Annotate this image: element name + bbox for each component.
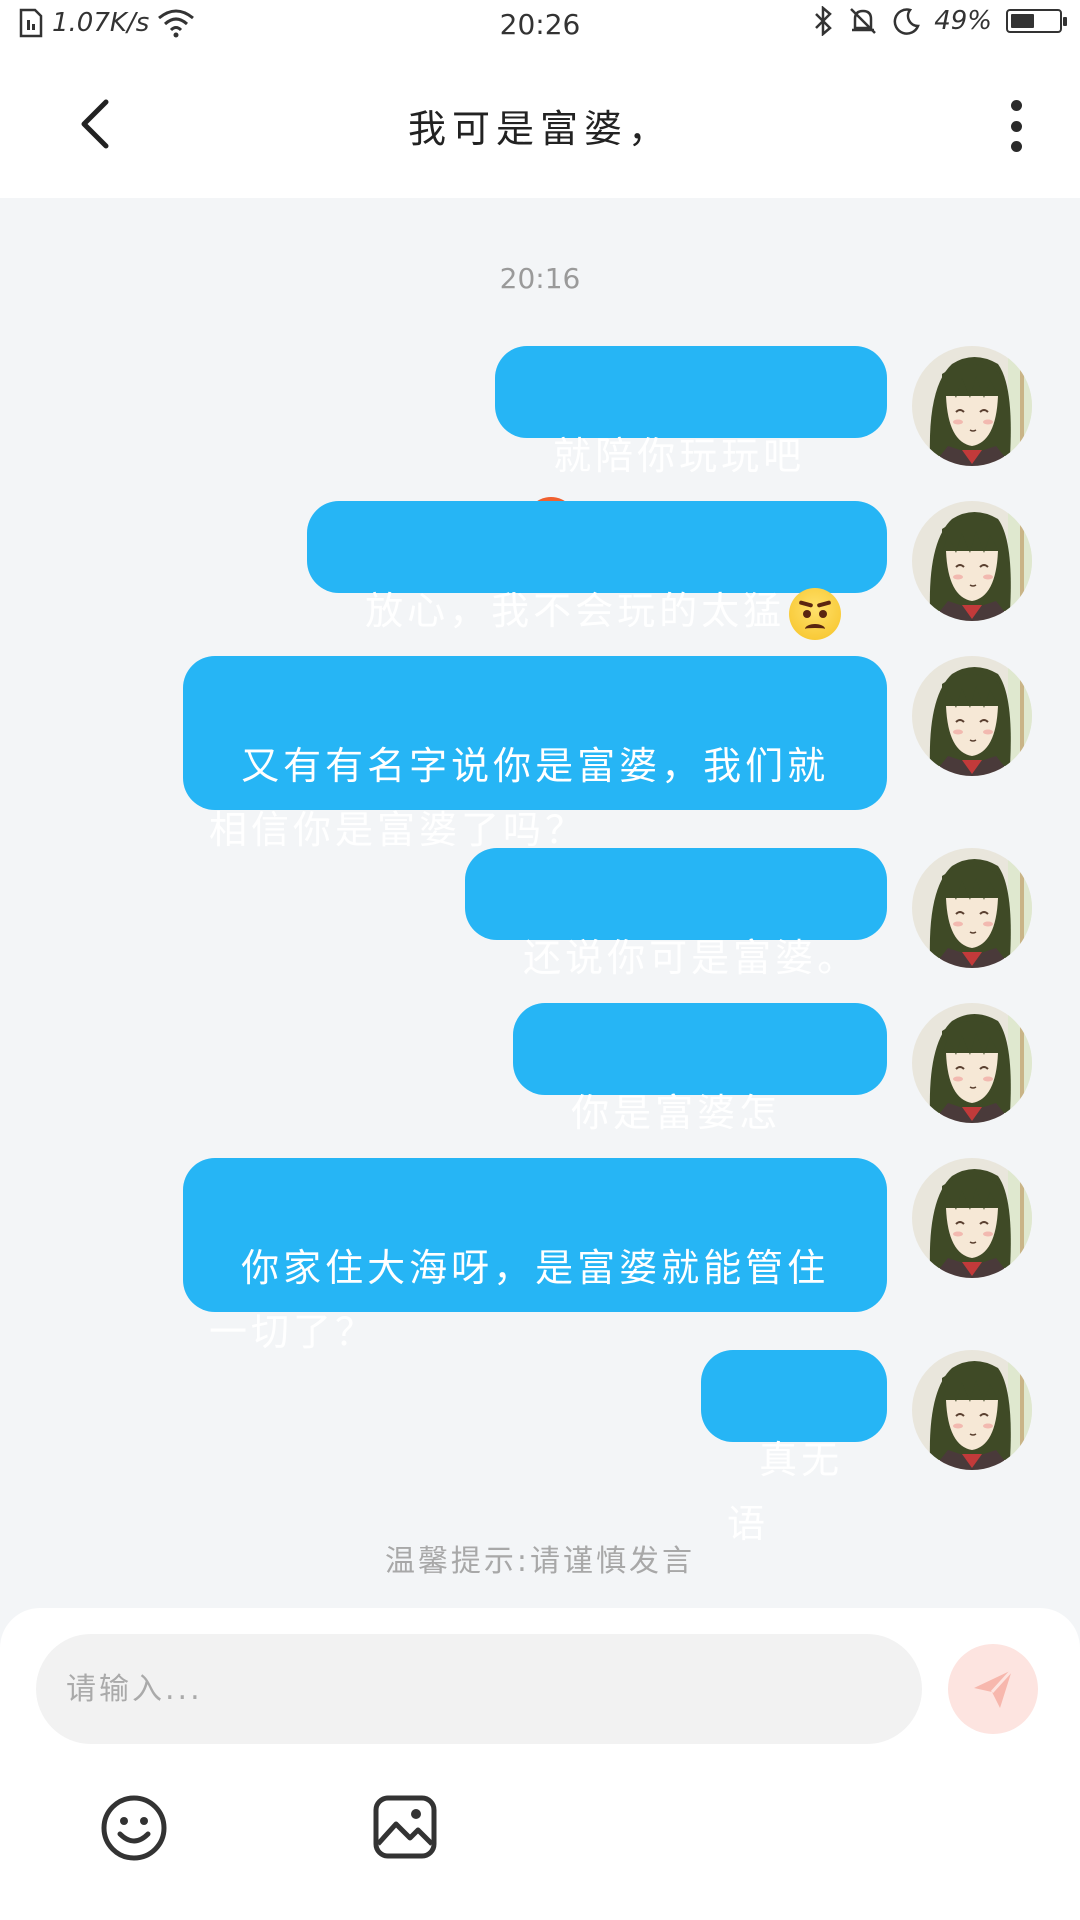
- avatar-image: [929, 1158, 1032, 1278]
- safety-tip: 温馨提示:请谨慎发言: [384, 1544, 696, 1579]
- message-bubble[interactable]: 放心，我不会玩的太猛: [307, 501, 887, 640]
- emoji-button[interactable]: [100, 1794, 168, 1862]
- message-text: 又有有名字说你是富婆，我们就相信你是富婆了吗？: [209, 744, 830, 852]
- avatar[interactable]: [912, 1158, 1032, 1278]
- image-icon: [373, 1795, 437, 1859]
- moon-icon: [893, 8, 921, 35]
- input-panel: [0, 1608, 1080, 1920]
- message-bubble[interactable]: 你是富婆怎么？: [513, 1003, 887, 1199]
- avatar-image: [929, 848, 1032, 968]
- status-right: 49%: [812, 6, 1067, 36]
- send-button[interactable]: [948, 1644, 1038, 1734]
- avatar[interactable]: [912, 848, 1032, 968]
- avatar-image: [929, 656, 1032, 776]
- avatar-image: [929, 1350, 1032, 1470]
- avatar-image: [929, 346, 1032, 466]
- message-input[interactable]: [36, 1634, 922, 1744]
- bluetooth-icon: [815, 6, 833, 36]
- avatar-image: [929, 501, 1032, 621]
- avatar[interactable]: [912, 1003, 1032, 1123]
- message-text: 放心，我不会玩的太猛: [365, 589, 786, 633]
- battery-fill: [1011, 14, 1034, 28]
- mute-bell-icon: [850, 8, 877, 34]
- message-timestamp: 20:16: [499, 262, 581, 295]
- smiley-icon: [101, 1795, 167, 1861]
- chat-header: 我可是富婆，: [0, 52, 1080, 198]
- send-icon: [974, 1668, 1014, 1708]
- avatar[interactable]: [912, 501, 1032, 621]
- more-dot: [1010, 141, 1022, 152]
- message-text: 还说你可是富婆。: [523, 936, 860, 980]
- message-bubble[interactable]: 就陪你玩玩吧: [495, 346, 887, 549]
- avatar[interactable]: [912, 656, 1032, 776]
- status-bar: 1.07K/s 20:26 49%: [0, 0, 1080, 52]
- message-bubble[interactable]: 真无语: [701, 1350, 887, 1546]
- avatar-image: [929, 1003, 1032, 1123]
- message-bubble[interactable]: 你家住大海呀，是富婆就能管住一切了？: [183, 1158, 887, 1354]
- avatar[interactable]: [912, 346, 1032, 466]
- avatar[interactable]: [912, 1350, 1032, 1470]
- annoyed-face-emoji: [789, 587, 842, 640]
- message-bubble[interactable]: 还说你可是富婆。: [465, 848, 887, 980]
- message-text: 你家住大海呀，是富婆就能管住一切了？: [209, 1246, 830, 1354]
- message-text: 真无语: [727, 1438, 844, 1546]
- message-text: 就陪你玩玩吧: [553, 434, 806, 478]
- image-button[interactable]: [372, 1794, 438, 1860]
- message-bubble[interactable]: 又有有名字说你是富婆，我们就相信你是富婆了吗？: [183, 656, 887, 852]
- battery-icon: [1006, 9, 1067, 33]
- chat-title: 我可是富婆，: [407, 107, 672, 151]
- more-dot: [1010, 120, 1022, 132]
- more-vertical-icon: [1010, 100, 1022, 111]
- battery-percent: 49%: [934, 6, 992, 36]
- more-options-button[interactable]: [996, 94, 1036, 158]
